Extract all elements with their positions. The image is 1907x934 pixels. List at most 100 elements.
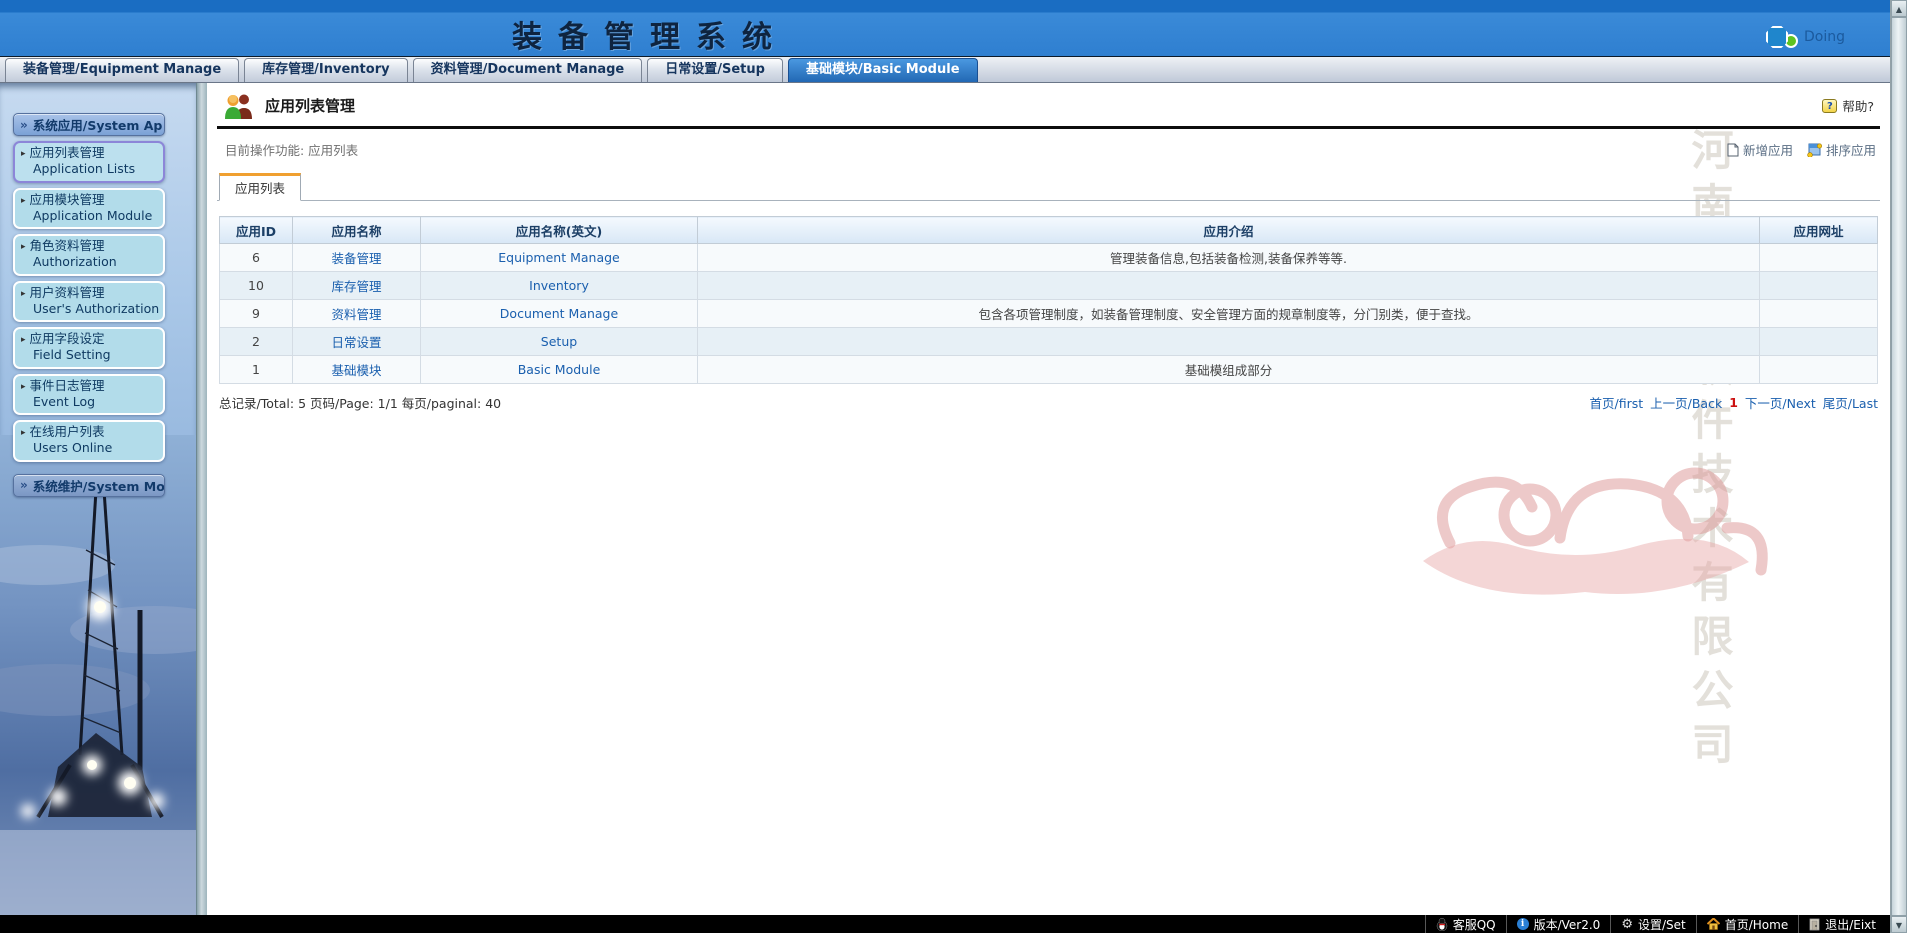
cell-app-url — [1760, 300, 1878, 328]
top-banner: 装备管理系统 Doing — [0, 0, 1890, 57]
help-link[interactable]: ? 帮助? — [1822, 96, 1874, 115]
cell-app-intro — [698, 328, 1760, 356]
statusbar-settings[interactable]: ⚙ 设置/Set — [1610, 915, 1695, 933]
table-footer: 总记录/Total: 5 页码/Page: 1/1 每页/paginal: 40… — [219, 393, 1878, 412]
page-prev-link[interactable]: 上一页/Back — [1650, 393, 1722, 412]
table-row[interactable]: 10 库存管理 Inventory — [220, 272, 1878, 300]
col-app-name: 应用名称 — [293, 217, 421, 244]
oil-rig-photo — [0, 435, 196, 915]
cell-app-id: 10 — [220, 272, 293, 300]
table-header-row: 应用ID 应用名称 应用名称(英文) 应用介绍 应用网址 — [220, 217, 1878, 244]
table-row[interactable]: 2 日常设置 Setup — [220, 328, 1878, 356]
qq-icon — [1436, 918, 1448, 931]
sidebar: » 系统应用/System Ap ▸应用列表管理 Application Lis… — [0, 83, 196, 915]
sidebar-section-system-maintenance[interactable]: » 系统维护/System Mo — [13, 474, 165, 497]
arrow-icon: ▸ — [21, 335, 26, 345]
col-app-intro: 应用介绍 — [698, 217, 1760, 244]
arrow-icon: ▸ — [21, 242, 26, 252]
help-icon: ? — [1822, 99, 1837, 113]
gear-icon: ⚙ — [1621, 918, 1633, 931]
cell-app-url — [1760, 328, 1878, 356]
sidebar-item-field-setting[interactable]: ▸应用字段设定 Field Setting — [13, 327, 165, 369]
table-row[interactable]: 9 资料管理 Document Manage 包含各项管理制度，如装备管理制度、… — [220, 300, 1878, 328]
page-title: 应用列表管理 — [265, 95, 355, 116]
cell-app-id: 2 — [220, 328, 293, 356]
scroll-thumb[interactable] — [1891, 17, 1907, 916]
users-icon — [223, 92, 255, 119]
sidebar-item-event-log[interactable]: ▸事件日志管理 Event Log — [13, 374, 165, 416]
app-name-link[interactable]: 库存管理 — [331, 279, 381, 294]
app-name-en-link[interactable]: Setup — [541, 334, 577, 349]
content-tab-row: 应用列表 — [217, 172, 1880, 201]
statusbar-qq[interactable]: 客服QQ — [1425, 915, 1506, 933]
col-app-name-en: 应用名称(英文) — [421, 217, 698, 244]
sidebar-menu: » 系统应用/System Ap ▸应用列表管理 Application Lis… — [0, 83, 196, 497]
cell-app-id: 6 — [220, 244, 293, 272]
arrow-icon: ▸ — [21, 149, 26, 159]
main-panel: 河南蓝幻软件技术有限公司 应用列表管理 ? 帮助? 目前操作功能: 应用列表 — [207, 83, 1890, 915]
cell-app-intro: 包含各项管理制度，如装备管理制度、安全管理方面的规章制度等，分门别类，便于查找。 — [698, 300, 1760, 328]
col-app-url: 应用网址 — [1760, 217, 1878, 244]
chevron-double-icon: » — [20, 478, 28, 492]
doing-label: Doing — [1804, 29, 1845, 45]
sidebar-item-authorization[interactable]: ▸角色资料管理 Authorization — [13, 234, 165, 276]
arrow-icon: ▸ — [21, 289, 26, 299]
main-header: 应用列表管理 ? 帮助? — [207, 83, 1890, 124]
app-name-link[interactable]: 装备管理 — [331, 251, 381, 266]
tab-inventory[interactable]: 库存管理/Inventory — [244, 58, 407, 82]
app-name-en-link[interactable]: Equipment Manage — [498, 250, 619, 265]
vertical-scrollbar[interactable]: ▲ ▼ — [1890, 0, 1907, 933]
home-icon — [1707, 918, 1720, 930]
table-row[interactable]: 1 基础模块 Basic Module 基础模组成部分 — [220, 356, 1878, 384]
scroll-down-arrow[interactable]: ▼ — [1891, 916, 1907, 933]
tab-setup[interactable]: 日常设置/Setup — [647, 58, 783, 82]
scroll-up-arrow[interactable]: ▲ — [1891, 0, 1907, 17]
tab-equipment-manage[interactable]: 装备管理/Equipment Manage — [5, 58, 239, 82]
cell-app-intro — [698, 272, 1760, 300]
new-app-button[interactable]: 新增应用 — [1727, 140, 1793, 159]
col-app-id: 应用ID — [220, 217, 293, 244]
app-name-link[interactable]: 日常设置 — [331, 335, 381, 350]
cell-app-url — [1760, 244, 1878, 272]
doing-blue-icon — [1766, 26, 1788, 48]
application-table: 应用ID 应用名称 应用名称(英文) 应用介绍 应用网址 6 装备管理 Equi… — [219, 216, 1878, 384]
cell-app-intro: 管理装备信息,包括装备检测,装备保养等等. — [698, 244, 1760, 272]
sort-app-button[interactable]: 排序应用 — [1807, 140, 1876, 159]
tab-document-manage[interactable]: 资料管理/Document Manage — [413, 58, 643, 82]
cell-app-url — [1760, 272, 1878, 300]
app-name-link[interactable]: 资料管理 — [331, 307, 381, 322]
watermark-cloud — [1405, 403, 1775, 603]
status-bar: 客服QQ i 版本/Ver2.0 ⚙ 设置/Set 首页/Home 退出/Eix… — [0, 915, 1890, 933]
header-divider — [217, 126, 1880, 129]
new-doc-icon — [1727, 143, 1739, 157]
page-next-link[interactable]: 下一页/Next — [1745, 393, 1816, 412]
arrow-icon: ▸ — [21, 382, 26, 392]
sidebar-item-users-online[interactable]: ▸在线用户列表 Users Online — [13, 420, 165, 462]
sidebar-item-user-authorization[interactable]: ▸用户资料管理 User's Authorization S — [13, 281, 165, 323]
sort-icon — [1807, 143, 1822, 157]
app-name-en-link[interactable]: Inventory — [529, 278, 589, 293]
statusbar-home[interactable]: 首页/Home — [1696, 915, 1798, 933]
page-last-link[interactable]: 尾页/Last — [1823, 393, 1878, 412]
current-operation: 目前操作功能: 应用列表 — [225, 140, 358, 159]
app-name-link[interactable]: 基础模块 — [331, 363, 381, 378]
pagination: 首页/first 上一页/Back 1 下一页/Next 尾页/Last — [1590, 393, 1879, 412]
tab-basic-module[interactable]: 基础模块/Basic Module — [788, 58, 978, 82]
table-row[interactable]: 6 装备管理 Equipment Manage 管理装备信息,包括装备检测,装备… — [220, 244, 1878, 272]
sidebar-item-application-lists[interactable]: ▸应用列表管理 Application Lists — [13, 141, 165, 183]
sidebar-section-system-application[interactable]: » 系统应用/System Ap — [13, 113, 165, 136]
app-name-en-link[interactable]: Basic Module — [518, 362, 601, 377]
page-first-link[interactable]: 首页/first — [1590, 393, 1644, 412]
tab-application-list[interactable]: 应用列表 — [219, 173, 301, 201]
app-name-en-link[interactable]: Document Manage — [500, 306, 618, 321]
operation-row: 目前操作功能: 应用列表 新增应用 排序应用 — [225, 140, 1876, 159]
cell-app-id: 1 — [220, 356, 293, 384]
statusbar-exit[interactable]: 退出/Eixt — [1798, 915, 1886, 933]
arrow-icon: ▸ — [21, 428, 26, 438]
exit-icon — [1809, 918, 1820, 931]
section-label: 系统维护/System Mo — [33, 476, 165, 495]
sidebar-item-application-module[interactable]: ▸应用模块管理 Application Module — [13, 188, 165, 230]
section-label: 系统应用/System Ap — [33, 115, 163, 134]
statusbar-version[interactable]: i 版本/Ver2.0 — [1506, 915, 1611, 933]
sidebar-splitter[interactable] — [196, 83, 207, 915]
